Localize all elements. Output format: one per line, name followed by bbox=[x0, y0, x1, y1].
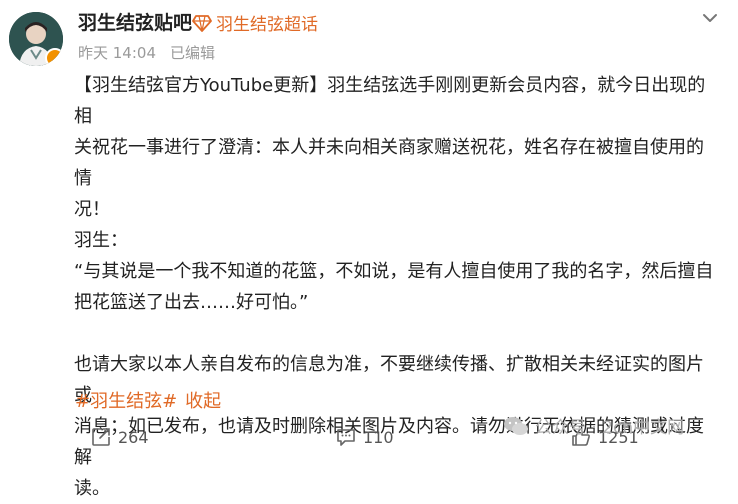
repost-icon bbox=[92, 428, 110, 446]
comment-button[interactable]: 110 bbox=[335, 426, 394, 448]
post-time: 昨天 14:04 bbox=[78, 44, 156, 62]
hashtag-row: #羽生结弦# 收起 bbox=[75, 387, 221, 413]
chevron-down-icon[interactable] bbox=[700, 8, 720, 28]
hashtag-link[interactable]: #羽生结弦# bbox=[75, 387, 177, 413]
avatar[interactable] bbox=[9, 12, 63, 66]
post-line: “与其说是一个我不知道的花篮，不如说，是有人擅自使用了我的名字，然后擅自 bbox=[74, 261, 714, 282]
post-line: 【羽生结弦官方YouTube更新】羽生结弦选手刚刚更新会员内容，就今日出现的相 bbox=[74, 75, 706, 127]
super-topic-link[interactable]: 羽生结弦超话 bbox=[192, 10, 318, 35]
wechat-icon bbox=[504, 416, 528, 435]
repost-count: 264 bbox=[118, 427, 149, 447]
author-name[interactable]: 羽生结弦贴吧 bbox=[78, 8, 192, 35]
edited-label[interactable]: 已编辑 bbox=[170, 42, 215, 63]
watermark: 公众号 · 2ch中文网 bbox=[503, 413, 684, 438]
super-topic-label: 羽生结弦超话 bbox=[216, 15, 318, 35]
watermark-text: 公众号 · 2ch中文网 bbox=[535, 418, 685, 438]
verified-badge-icon bbox=[45, 48, 63, 66]
collapse-link[interactable]: 收起 bbox=[185, 387, 221, 413]
post-line: 关祝花一事进行了澄清：本人并未向相关商家赠送祝花，姓名存在被擅自使用的情 bbox=[74, 137, 704, 189]
repost-button[interactable]: 264 bbox=[90, 426, 149, 448]
post-line: 羽生： bbox=[74, 230, 128, 251]
post-meta: 昨天 14:04 已编辑 bbox=[78, 42, 215, 63]
post-header: 羽生结弦贴吧 羽生结弦超话 昨天 14:04 已编辑 bbox=[0, 0, 738, 80]
diamond-icon bbox=[192, 14, 212, 32]
comment-icon bbox=[337, 429, 355, 446]
comment-count: 110 bbox=[363, 427, 394, 447]
post-line: 读。 bbox=[74, 478, 110, 499]
post-line: 况！ bbox=[74, 199, 110, 220]
post-line: 把花篮送了出去……好可怕。” bbox=[74, 292, 309, 313]
